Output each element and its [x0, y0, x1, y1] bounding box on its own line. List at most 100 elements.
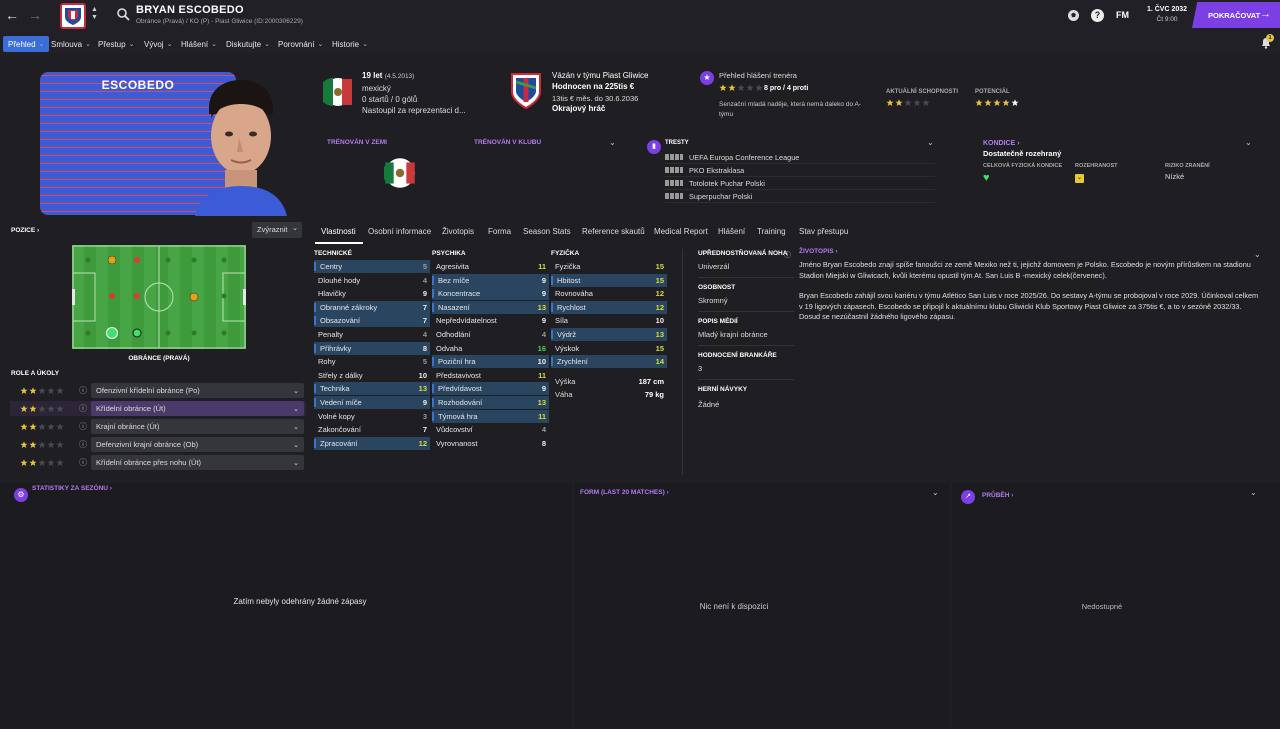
attribute-row[interactable]: Střely z dálky 10: [314, 369, 430, 382]
tab-2[interactable]: Životopis: [442, 227, 474, 236]
ban-count-icon: [665, 193, 683, 199]
attribute-row[interactable]: Centry 5: [314, 260, 430, 273]
info-icon[interactable]: ⓘ: [79, 457, 87, 468]
pitch-diagram: [72, 245, 246, 349]
attribute-row[interactable]: Přihrávky 8: [314, 341, 430, 355]
attribute-row[interactable]: Představivost 11: [432, 369, 549, 382]
position-title[interactable]: POZICE ›: [11, 227, 39, 234]
attribute-value: 9: [541, 275, 546, 285]
attribute-row[interactable]: Volné kopy 3: [314, 410, 430, 423]
attribute-row[interactable]: Odhodlání 4: [432, 328, 549, 341]
tab-0[interactable]: Vlastnosti: [321, 227, 356, 236]
attribute-row[interactable]: Nasazení 13: [432, 300, 549, 314]
attribute-row[interactable]: Výdrž 13: [551, 328, 667, 341]
role-row[interactable]: ⓘ Defenzivní krajní obránce (Ob) ⌄: [10, 437, 306, 452]
info-icon[interactable]: ⓘ: [79, 439, 87, 450]
nav-tab-history[interactable]: Historie ⌄: [332, 36, 368, 52]
fitness-title[interactable]: KONDICE ›: [983, 140, 1020, 147]
attribute-row[interactable]: Týmová hra 11: [432, 409, 549, 423]
tab-6[interactable]: Medical Report: [654, 227, 708, 236]
expand-chevron-icon[interactable]: ⌄: [927, 138, 934, 147]
attribute-row[interactable]: Dlouhé hody 4: [314, 274, 430, 287]
expand-chevron-icon[interactable]: ⌄: [1250, 488, 1257, 497]
international-note[interactable]: Nastoupil za reprezentaci d...: [362, 106, 466, 115]
contract-club[interactable]: Vázán v týmu Piast Gliwice: [552, 71, 648, 80]
expand-chevron-icon[interactable]: ⌄: [609, 138, 616, 147]
attribute-row[interactable]: Zakončování 7: [314, 423, 430, 436]
attribute-row[interactable]: Rozhodování 13: [432, 396, 549, 409]
attribute-row[interactable]: Fyzička 15: [551, 260, 667, 273]
role-row[interactable]: ⓘ Krajní obránce (Út) ⌄: [10, 419, 306, 434]
role-dropdown[interactable]: Defenzivní krajní obránce (Ob) ⌄: [91, 437, 304, 452]
attribute-row[interactable]: Hlavičky 9: [314, 287, 430, 300]
forward-arrow-icon[interactable]: →: [28, 8, 42, 22]
attribute-row[interactable]: Technika 13: [314, 382, 430, 396]
tab-1[interactable]: Osobní informace: [368, 227, 431, 236]
nav-tab-discuss[interactable]: Diskutujte ⌄: [226, 36, 270, 52]
nav-tab-contract[interactable]: Smlouva ⌄: [51, 36, 91, 52]
attribute-row[interactable]: Nepředvídatelnost 9: [432, 314, 549, 327]
role-dropdown[interactable]: Ofenzivní křídelní obránce (Po) ⌄: [91, 383, 304, 398]
form-title[interactable]: FORM (LAST 20 MATCHES) ›: [580, 489, 669, 496]
attribute-row[interactable]: Rohy 5: [314, 355, 430, 368]
attribute-row[interactable]: Obsazování 7: [314, 314, 430, 328]
role-dropdown[interactable]: Křídelní obránce (Út) ⌄: [91, 401, 304, 416]
nav-tab-overview[interactable]: Přehled ⌄: [3, 36, 50, 52]
tab-4[interactable]: Season Stats: [523, 227, 571, 236]
attribute-row[interactable]: Obranné zákroky 7: [314, 300, 430, 314]
attribute-row[interactable]: Rychlost 12: [551, 300, 667, 314]
player-switch-chevrons-icon[interactable]: ▲ ▼: [91, 6, 98, 22]
role-dropdown[interactable]: Krajní obránce (Út) ⌄: [91, 419, 304, 434]
tab-7[interactable]: Hlášení: [718, 227, 745, 236]
tab-3[interactable]: Forma: [488, 227, 511, 236]
tab-5[interactable]: Reference skautů: [582, 227, 645, 236]
preferred-foot-info-icon[interactable]: ⓘ: [784, 250, 791, 260]
search-icon[interactable]: [117, 8, 130, 21]
expand-chevron-icon[interactable]: ⌄: [1245, 138, 1252, 147]
info-icon[interactable]: ⓘ: [79, 421, 87, 432]
expand-chevron-icon[interactable]: ⌄: [1254, 250, 1261, 259]
attribute-row[interactable]: Vedení míče 9: [314, 396, 430, 409]
attribute-row[interactable]: Koncentrace 9: [432, 287, 549, 301]
attribute-row[interactable]: Rovnováha 12: [551, 287, 667, 300]
expand-chevron-icon[interactable]: ⌄: [932, 488, 939, 497]
attribute-row[interactable]: Penalty 4: [314, 328, 430, 341]
season-stats-title[interactable]: STATISTIKY ZA SEZÓNU ›: [32, 485, 112, 492]
attribute-row[interactable]: Bez míče 9: [432, 273, 549, 287]
highlight-dropdown[interactable]: Zvýraznit ⌄: [252, 222, 302, 238]
tab-9[interactable]: Stav přestupu: [799, 227, 848, 236]
nav-tab-development[interactable]: Vývoj ⌄: [144, 36, 172, 52]
nav-tab-compare[interactable]: Porovnání ⌄: [278, 36, 323, 52]
help-icon[interactable]: ?: [1091, 9, 1104, 22]
attribute-row[interactable]: Agresivita 11: [432, 260, 549, 273]
continue-button-label: POKRAČOVAT: [1208, 11, 1261, 20]
role-row[interactable]: ⓘ Ofenzivní křídelní obránce (Po) ⌄: [10, 383, 306, 398]
continue-button[interactable]: POKRAČOVAT →: [1192, 2, 1280, 28]
club-badge-icon[interactable]: [60, 3, 86, 29]
attribute-row[interactable]: Zrychlení 14: [551, 355, 667, 369]
notification-bell-icon[interactable]: 1: [1260, 34, 1274, 49]
attribute-row[interactable]: Výskok 15: [551, 342, 667, 355]
attribute-row[interactable]: Zpracování 12: [314, 436, 430, 450]
biography-title[interactable]: ŽIVOTOPIS ›: [799, 248, 838, 255]
attribute-row[interactable]: Předvídavost 9: [432, 382, 549, 396]
nav-tab-transfer[interactable]: Přestup ⌄: [98, 36, 134, 52]
attribute-row[interactable]: Poziční hra 10: [432, 355, 549, 369]
nav-tab-reports[interactable]: Hlášení ⌄: [181, 36, 217, 52]
back-arrow-icon[interactable]: ←: [5, 8, 19, 22]
info-icon[interactable]: ⓘ: [79, 403, 87, 414]
fm-menu-button[interactable]: FM: [1116, 10, 1129, 20]
role-dropdown[interactable]: Křídelní obránce přes nohu (Út) ⌄: [91, 455, 304, 470]
football-icon[interactable]: [1067, 9, 1080, 22]
progress-title[interactable]: PRŮBĚH ›: [982, 492, 1013, 499]
role-row[interactable]: ⓘ Křídelní obránce (Út) ⌄: [10, 401, 306, 416]
attribute-row[interactable]: Hbitost 15: [551, 273, 667, 287]
role-row[interactable]: ⓘ Křídelní obránce přes nohu (Út) ⌄: [10, 455, 306, 470]
scout-report-title[interactable]: Přehled hlášení trenéra: [719, 71, 797, 80]
attribute-row[interactable]: Vůdcovství 4: [432, 423, 549, 436]
tab-8[interactable]: Training: [757, 227, 786, 236]
attribute-row[interactable]: Vyrovnanost 8: [432, 437, 549, 450]
info-icon[interactable]: ⓘ: [79, 385, 87, 396]
attribute-row[interactable]: Síla 10: [551, 314, 667, 327]
attribute-row[interactable]: Odvaha 16: [432, 342, 549, 355]
